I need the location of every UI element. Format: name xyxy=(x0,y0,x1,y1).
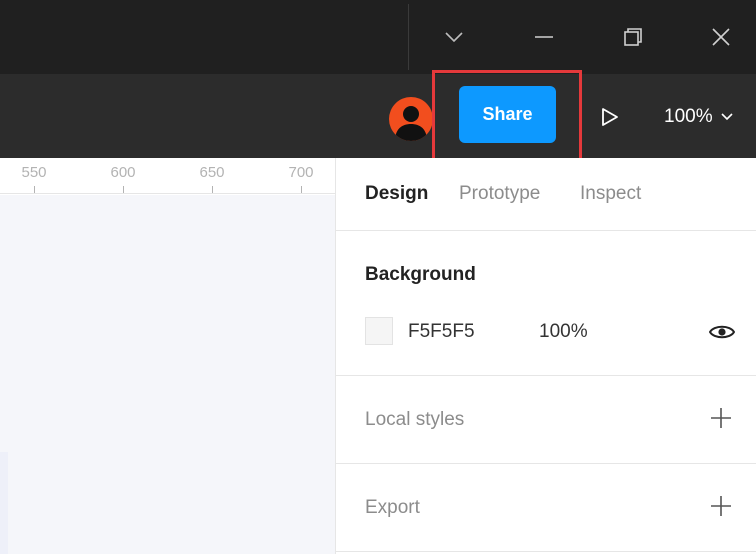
window-titlebar xyxy=(0,0,756,74)
add-export-plus-icon[interactable] xyxy=(710,495,732,517)
properties-panel: Design Prototype Inspect Background F5F5… xyxy=(335,158,756,554)
local-styles-label: Local styles xyxy=(365,409,465,430)
share-button[interactable]: Share xyxy=(459,86,556,143)
background-hex-value[interactable]: F5F5F5 xyxy=(408,321,475,343)
ruler-tick xyxy=(34,186,35,193)
horizontal-ruler: 550 600 650 700 xyxy=(0,158,336,194)
export-label: Export xyxy=(365,497,420,518)
chevron-down-icon xyxy=(445,32,463,43)
user-icon xyxy=(395,106,427,141)
export-section: Export xyxy=(336,464,756,552)
ruler-tick xyxy=(212,186,213,193)
eye-icon[interactable] xyxy=(709,323,735,341)
panel-tabs: Design Prototype Inspect xyxy=(336,158,756,231)
background-opacity-value[interactable]: 100% xyxy=(539,321,588,343)
restore-button[interactable] xyxy=(596,0,670,74)
ruler-tick-label: 550 xyxy=(21,164,47,181)
design-canvas[interactable] xyxy=(0,195,336,554)
ruler-tick-label: 600 xyxy=(110,164,136,181)
canvas-edge xyxy=(0,452,8,554)
minimize-button[interactable] xyxy=(507,0,581,74)
restore-icon xyxy=(624,28,642,46)
titlebar-divider xyxy=(408,4,409,70)
tab-design[interactable]: Design xyxy=(365,183,428,205)
present-button[interactable] xyxy=(592,100,628,134)
ruler-tick-label: 700 xyxy=(288,164,314,181)
ruler-tick-label: 650 xyxy=(199,164,225,181)
local-styles-section: Local styles xyxy=(336,376,756,464)
minimize-icon xyxy=(535,36,553,38)
chevron-down-icon xyxy=(721,113,733,121)
zoom-level: 100% xyxy=(664,106,713,127)
app-toolbar: Share 100% xyxy=(0,70,756,162)
background-color-swatch[interactable] xyxy=(365,317,393,345)
play-icon xyxy=(602,108,618,126)
ruler-tick xyxy=(301,186,302,193)
window-menu-button[interactable] xyxy=(417,0,491,74)
close-button[interactable] xyxy=(684,0,756,74)
zoom-dropdown[interactable]: 100% xyxy=(664,102,733,132)
close-icon xyxy=(712,28,730,46)
user-avatar[interactable] xyxy=(389,97,433,141)
add-style-plus-icon[interactable] xyxy=(710,407,732,429)
tab-inspect[interactable]: Inspect xyxy=(580,183,641,205)
background-title: Background xyxy=(365,264,476,285)
ruler-tick xyxy=(123,186,124,193)
tab-prototype[interactable]: Prototype xyxy=(459,183,540,205)
background-section: Background F5F5F5 100% xyxy=(336,231,756,376)
